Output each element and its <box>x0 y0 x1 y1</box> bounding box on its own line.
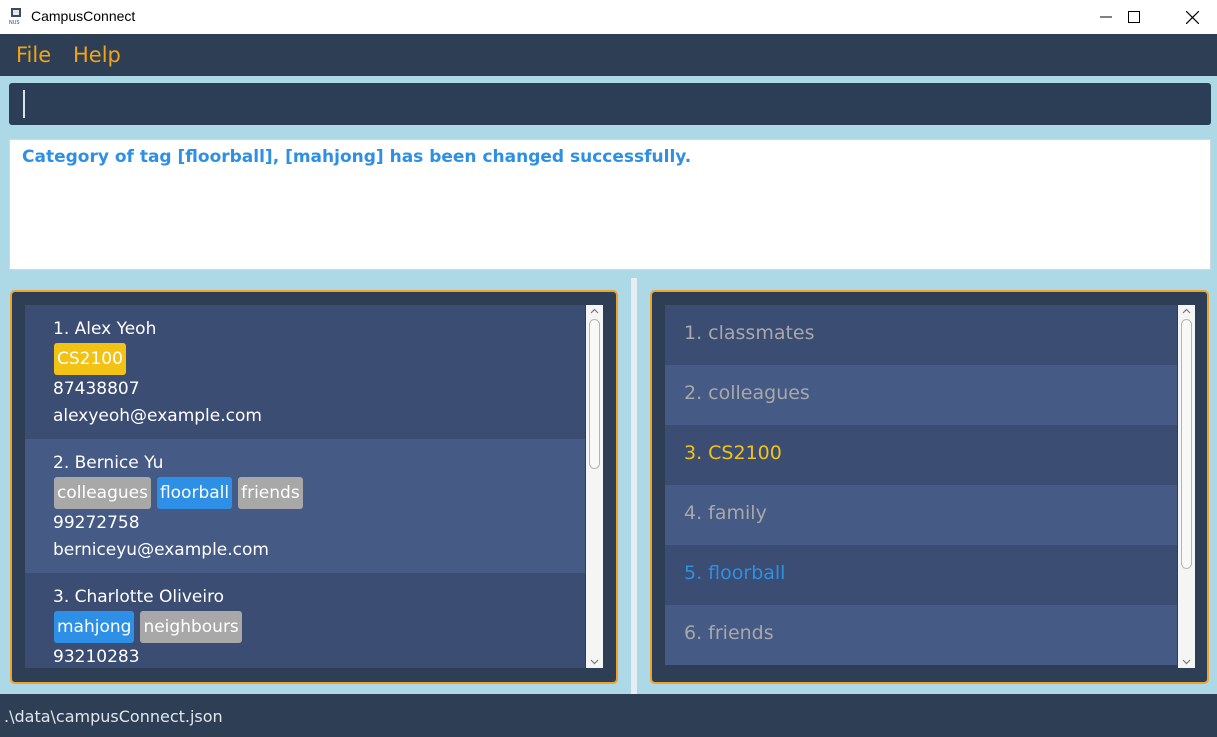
category-label: 3. CS2100 <box>684 442 782 464</box>
tag-neighbours: neighbours <box>140 611 242 643</box>
menu-file[interactable]: File <box>16 43 51 67</box>
category-label: 5. floorball <box>684 562 786 584</box>
tag-friends: friends <box>238 477 303 509</box>
command-box[interactable] <box>9 83 1211 125</box>
close-icon <box>1185 10 1199 24</box>
person-tags: colleagues floorball friends <box>54 477 303 509</box>
close-button[interactable] <box>1163 0 1217 34</box>
category-item[interactable]: 2. colleagues <box>665 365 1177 425</box>
svg-text:NUS: NUS <box>9 20 20 25</box>
scroll-down-arrow[interactable] <box>586 656 603 668</box>
person-list-scrollbar[interactable] <box>586 305 603 668</box>
person-tags: CS2100 <box>54 343 126 375</box>
person-name: 2. Bernice Yu <box>53 453 164 473</box>
chevron-down-icon <box>1182 659 1191 665</box>
nus-logo-icon: NUS <box>9 8 21 25</box>
result-display: Category of tag [floorball], [mahjong] h… <box>9 139 1211 270</box>
menu-help[interactable]: Help <box>73 43 121 67</box>
panel-splitter[interactable] <box>631 278 637 694</box>
category-item[interactable]: 4. family <box>665 485 1177 545</box>
maximize-button[interactable] <box>1105 0 1163 34</box>
person-name: 3. Charlotte Oliveiro <box>53 587 225 607</box>
tag-colleagues: colleagues <box>54 477 151 509</box>
chevron-up-icon <box>590 308 599 314</box>
person-email: berniceyu@example.com <box>53 540 269 560</box>
category-label: 2. colleagues <box>684 382 810 404</box>
title-bar: NUS CampusConnect <box>0 0 1217 34</box>
category-item[interactable]: 3. CS2100 <box>665 425 1177 485</box>
person-list[interactable]: 1. Alex Yeoh CS2100 87438807 alexyeoh@ex… <box>25 305 585 668</box>
scroll-up-arrow[interactable] <box>1178 305 1195 317</box>
maximize-icon <box>1128 11 1140 23</box>
person-name: 1. Alex Yeoh <box>53 319 157 339</box>
scroll-up-arrow[interactable] <box>586 305 603 317</box>
category-item[interactable]: 6. friends <box>665 605 1177 665</box>
category-item[interactable]: 5. floorball <box>665 545 1177 605</box>
tag-cs2100: CS2100 <box>54 343 126 375</box>
category-label: 4. family <box>684 502 767 524</box>
text-caret <box>23 90 25 118</box>
scroll-down-arrow[interactable] <box>1178 656 1195 668</box>
command-input[interactable] <box>9 83 1211 125</box>
category-item[interactable]: 1. classmates <box>665 305 1177 365</box>
window-title: CampusConnect <box>31 8 136 24</box>
person-list-panel: 1. Alex Yeoh CS2100 87438807 alexyeoh@ex… <box>10 290 618 684</box>
person-phone: 99272758 <box>53 513 140 533</box>
category-label: 6. friends <box>684 622 774 644</box>
person-email: alexyeoh@example.com <box>53 406 262 426</box>
person-tags: mahjong neighbours <box>54 611 242 643</box>
person-card[interactable]: 3. Charlotte Oliveiro mahjong neighbours… <box>25 573 585 668</box>
chevron-up-icon <box>1182 308 1191 314</box>
menu-bar: File Help <box>0 34 1217 76</box>
chevron-down-icon <box>590 659 599 665</box>
category-list-scrollbar[interactable] <box>1178 305 1195 668</box>
category-list[interactable]: 1. classmates 2. colleagues 3. CS2100 4.… <box>665 305 1177 668</box>
tag-mahjong: mahjong <box>54 611 135 643</box>
person-phone: 93210283 <box>53 647 140 667</box>
person-phone: 87438807 <box>53 379 140 399</box>
tag-floorball: floorball <box>156 477 233 509</box>
category-label: 1. classmates <box>684 322 815 344</box>
result-message: Category of tag [floorball], [mahjong] h… <box>22 147 692 167</box>
status-bar: .\data\campusConnect.json <box>0 694 1217 737</box>
category-list-panel: 1. classmates 2. colleagues 3. CS2100 4.… <box>650 290 1209 684</box>
person-card[interactable]: 1. Alex Yeoh CS2100 87438807 alexyeoh@ex… <box>25 305 585 439</box>
person-card[interactable]: 2. Bernice Yu colleagues floorball frien… <box>25 439 585 573</box>
save-file-path: .\data\campusConnect.json <box>4 707 223 726</box>
scroll-thumb[interactable] <box>1181 319 1192 569</box>
scroll-thumb[interactable] <box>589 319 600 469</box>
